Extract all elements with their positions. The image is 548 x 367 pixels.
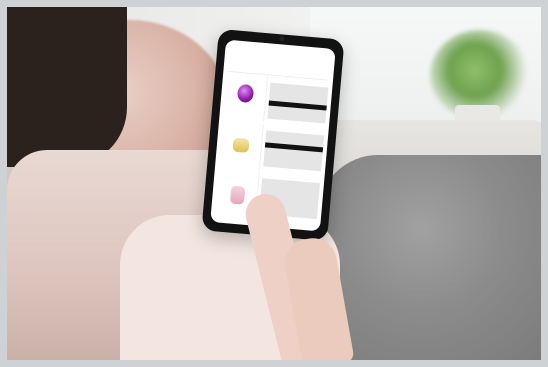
perfume-bottle-icon: [232, 137, 250, 153]
product-thumbnail[interactable]: [219, 120, 264, 170]
gray-blanket: [318, 155, 548, 367]
person-hair: [7, 7, 127, 167]
product-row[interactable]: [219, 120, 325, 176]
product-row[interactable]: [223, 72, 329, 128]
perfume-bottle-icon: [229, 185, 246, 205]
photo-scene: [0, 0, 548, 367]
product-thumbnail[interactable]: [223, 72, 269, 123]
front-camera: [279, 36, 285, 42]
perfume-bottle-icon: [236, 83, 255, 104]
